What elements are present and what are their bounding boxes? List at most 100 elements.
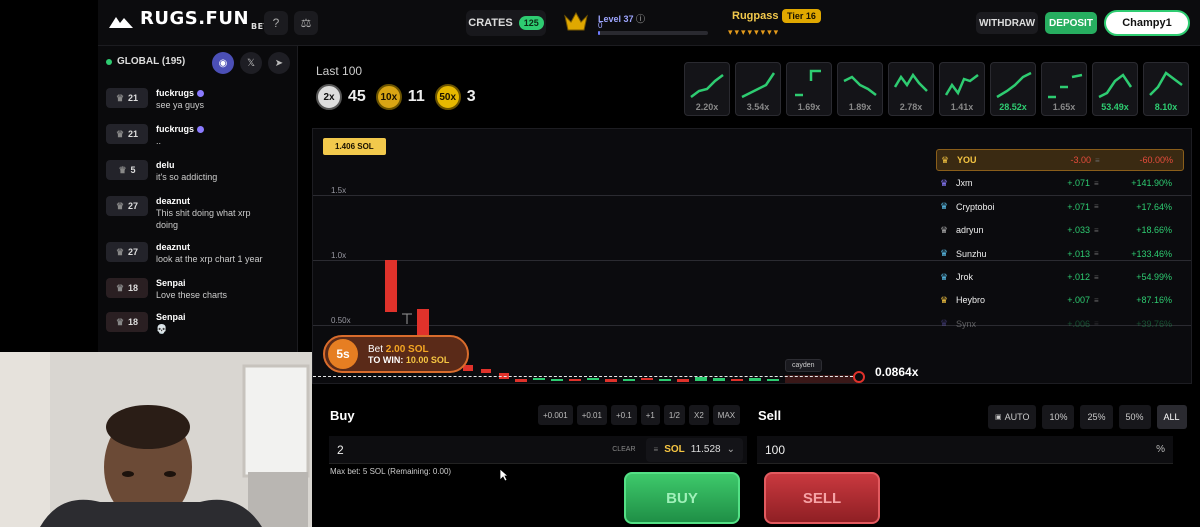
user-level: 27 [128, 201, 139, 211]
sell-percent-field[interactable]: 100 % [757, 436, 1173, 464]
quick-amount-button[interactable]: +0.001 [538, 405, 573, 425]
quick-amount-button[interactable]: +1 [640, 405, 660, 425]
currency-select[interactable]: ≡ SOL 11.528 ⌄ [645, 437, 743, 462]
history-title: Last 100 [316, 64, 363, 78]
chat-text: see ya guys [156, 100, 205, 110]
recent-game-card[interactable]: 2.78x [888, 62, 934, 116]
chat-text: doing [156, 220, 179, 230]
recent-game-card[interactable]: 1.41x [939, 62, 985, 116]
candle [623, 379, 635, 381]
buy-amount-value[interactable]: 2 [337, 443, 612, 457]
logo-text: RUGS.FUN [140, 8, 250, 29]
auto-icon: ▣ [995, 414, 1002, 421]
sell-50-button[interactable]: 50% [1118, 405, 1151, 429]
recent-game-card[interactable]: 1.89x [837, 62, 883, 116]
sol-icon: ≡ [1094, 225, 1099, 235]
user-level-badge: ♛ 18 [106, 278, 148, 298]
crown-icon: ♛ [939, 294, 949, 305]
recent-game-card[interactable]: 53.49x [1092, 62, 1138, 116]
chat-username[interactable]: fuckrugs [156, 88, 205, 98]
chat-username[interactable]: deaznut [156, 242, 263, 252]
user-level: 18 [128, 317, 139, 327]
recent-game-card[interactable]: 1.65x [1041, 62, 1087, 116]
mouse-cursor-icon [499, 468, 509, 482]
candle [767, 379, 779, 381]
win-amount: 10.00 SOL [405, 354, 450, 365]
crates-button[interactable]: CRATES 125 [466, 10, 546, 36]
sell-25-button[interactable]: 25% [1080, 405, 1113, 429]
player-name: YOU [957, 155, 977, 165]
chat-panel: GLOBAL (195) ◉ 𝕏 ➤ ♛ 21 fuckrugs see ya guy… [98, 46, 298, 352]
buy-amount-field[interactable]: 2 CLEAR ≡ SOL 11.528 ⌄ [329, 436, 747, 464]
chat-username[interactable]: fuckrugs [156, 124, 205, 134]
quick-amount-button[interactable]: 1/2 [663, 405, 685, 425]
chip-2x-icon: 2x [316, 84, 342, 110]
player-name: Jrok [956, 272, 974, 282]
scale-icon[interactable]: ⚖ [294, 11, 318, 35]
crown-icon: ♛ [939, 224, 949, 235]
crown-icon: ♛ [939, 248, 949, 259]
mini-chart-icon [893, 72, 928, 92]
quick-amount-button[interactable]: +0.01 [576, 405, 607, 425]
recent-game-card[interactable]: 2.20x [684, 62, 730, 116]
recent-game-card[interactable]: 28.52x [990, 62, 1036, 116]
recent-game-multiplier: 53.49x [1101, 102, 1129, 112]
chat-header: GLOBAL (195) [106, 56, 185, 67]
player-pnl-percent: -60.00% [1139, 155, 1173, 165]
online-dot-icon [106, 58, 112, 65]
sell-all-button[interactable]: ALL [1156, 405, 1187, 429]
player-pnl-percent: +17.64% [1136, 201, 1172, 212]
rank-icon: ♛ [115, 282, 125, 293]
recent-game-multiplier: 1.69x [797, 102, 821, 112]
chat-username[interactable]: Senpai [156, 278, 227, 288]
quick-amount-button[interactable]: MAX [712, 405, 741, 425]
mini-chart-icon [690, 74, 724, 98]
chat-text: look at the xrp chart 1 year [156, 254, 263, 264]
chat-username[interactable]: Senpai [156, 312, 186, 322]
verified-icon [197, 89, 205, 97]
active-bet-pill: 5s Bet 2.00 SOL TO WIN: 10.00 SOL [323, 335, 469, 373]
level-progress-fill [598, 31, 601, 35]
recent-game-card[interactable]: 1.69x [786, 62, 832, 116]
discord-icon[interactable]: ◉ [212, 52, 234, 74]
telegram-icon[interactable]: ➤ [268, 52, 290, 74]
candle [551, 379, 563, 381]
user-profile-button[interactable]: Champy1 [1104, 10, 1190, 36]
clear-button[interactable]: CLEAR [612, 446, 635, 453]
crown-icon: ♛ [940, 154, 950, 165]
mini-chart-icon [843, 75, 877, 96]
sol-icon: ≡ [1094, 202, 1099, 212]
buy-button[interactable]: BUY [624, 472, 740, 524]
quick-amount-button[interactable]: X2 [689, 405, 709, 425]
sell-percent-value[interactable]: 100 [765, 443, 1156, 457]
chat-username[interactable]: delu [156, 160, 217, 170]
mini-chart-icon [996, 71, 1032, 99]
logo-icon [109, 17, 133, 28]
withdraw-button[interactable]: WITHDRAW [976, 12, 1038, 34]
rugpass-label[interactable]: Rugpass [732, 10, 778, 22]
question-icon[interactable]: ? [264, 11, 288, 35]
bet-amount: 2.00 SOL [385, 343, 429, 355]
sell-button[interactable]: SELL [764, 472, 880, 524]
price-chart: 1.406 SOL 1.5x 1.0x 0.50x 0.0864x cayden… [312, 128, 1192, 384]
candle [605, 379, 617, 382]
sell-10-button[interactable]: 10% [1042, 405, 1075, 429]
player-pnl: +.007 [1067, 295, 1090, 306]
logo[interactable]: RUGS.FUN BETA [108, 8, 276, 31]
auto-sell-button[interactable]: ▣ AUTO [988, 405, 1037, 429]
leaderboard-row-you: ♛ YOU -3.00 ≡ -60.00% [936, 149, 1184, 171]
chat-text: .. [156, 136, 162, 146]
recent-game-card[interactable]: 3.54x [735, 62, 781, 116]
deposit-button[interactable]: DEPOSIT [1045, 12, 1097, 34]
chat-username[interactable]: deaznut [156, 196, 251, 206]
social-links: ◉ 𝕏 ➤ [212, 52, 290, 74]
crown-icon: ♛ [939, 177, 949, 188]
rank-icon: ♛ [115, 92, 125, 103]
stat-50x: 50x 3 [434, 84, 476, 110]
quick-amount-button[interactable]: +0.1 [610, 405, 637, 425]
x-icon[interactable]: 𝕏 [240, 52, 262, 74]
webcam-image [0, 352, 312, 527]
crown-icon: ♛ [939, 201, 949, 212]
recent-game-card[interactable]: 8.10x [1143, 62, 1189, 116]
chat-message: ♛ 18 Senpai 💀 [106, 312, 296, 335]
